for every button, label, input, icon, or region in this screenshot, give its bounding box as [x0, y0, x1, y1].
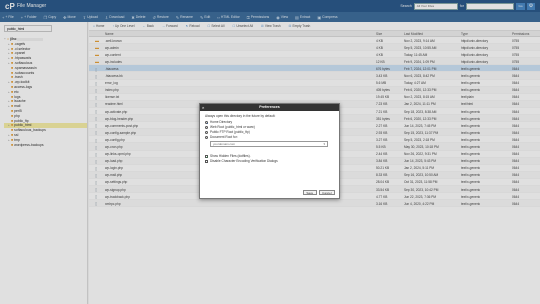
preferences-dialog: × Preferences Always open this directory… — [199, 103, 340, 199]
dialog-title: Preferences — [259, 105, 280, 109]
dialog-body: Always open this directory in the future… — [200, 111, 339, 167]
cancel-button[interactable]: Cancel — [318, 189, 335, 195]
document-root-value: yourdomain.com — [213, 142, 236, 146]
dialog-buttons: Save Cancel — [302, 189, 335, 195]
radio-button[interactable] — [205, 136, 208, 139]
checkbox-label: Disable Character Encoding Verification … — [210, 159, 278, 163]
radio-button[interactable] — [205, 131, 208, 134]
radio-button[interactable] — [205, 126, 208, 129]
dialog-question: Always open this directory in the future… — [205, 114, 276, 118]
checkbox[interactable] — [205, 160, 208, 163]
document-root-select[interactable]: yourdomain.com ▾ — [210, 141, 328, 147]
save-button[interactable]: Save — [302, 189, 317, 195]
checkbox-option[interactable]: Disable Character Encoding Verification … — [205, 159, 334, 164]
chevron-down-icon: ▾ — [323, 142, 325, 146]
radio-option[interactable]: Document Root for: — [205, 135, 334, 140]
preference-checkboxes: ✓ Show Hidden Files (dotfiles). Disable Ch… — [205, 154, 334, 164]
close-icon[interactable]: × — [202, 104, 204, 111]
default-directory-options: Home Directory Web Root (public_html or w… — [205, 120, 334, 140]
radio-button[interactable] — [205, 121, 208, 124]
checkbox[interactable]: ✓ — [205, 155, 209, 159]
radio-label: Document Root for: — [210, 135, 238, 139]
dialog-header: × Preferences — [200, 104, 339, 111]
